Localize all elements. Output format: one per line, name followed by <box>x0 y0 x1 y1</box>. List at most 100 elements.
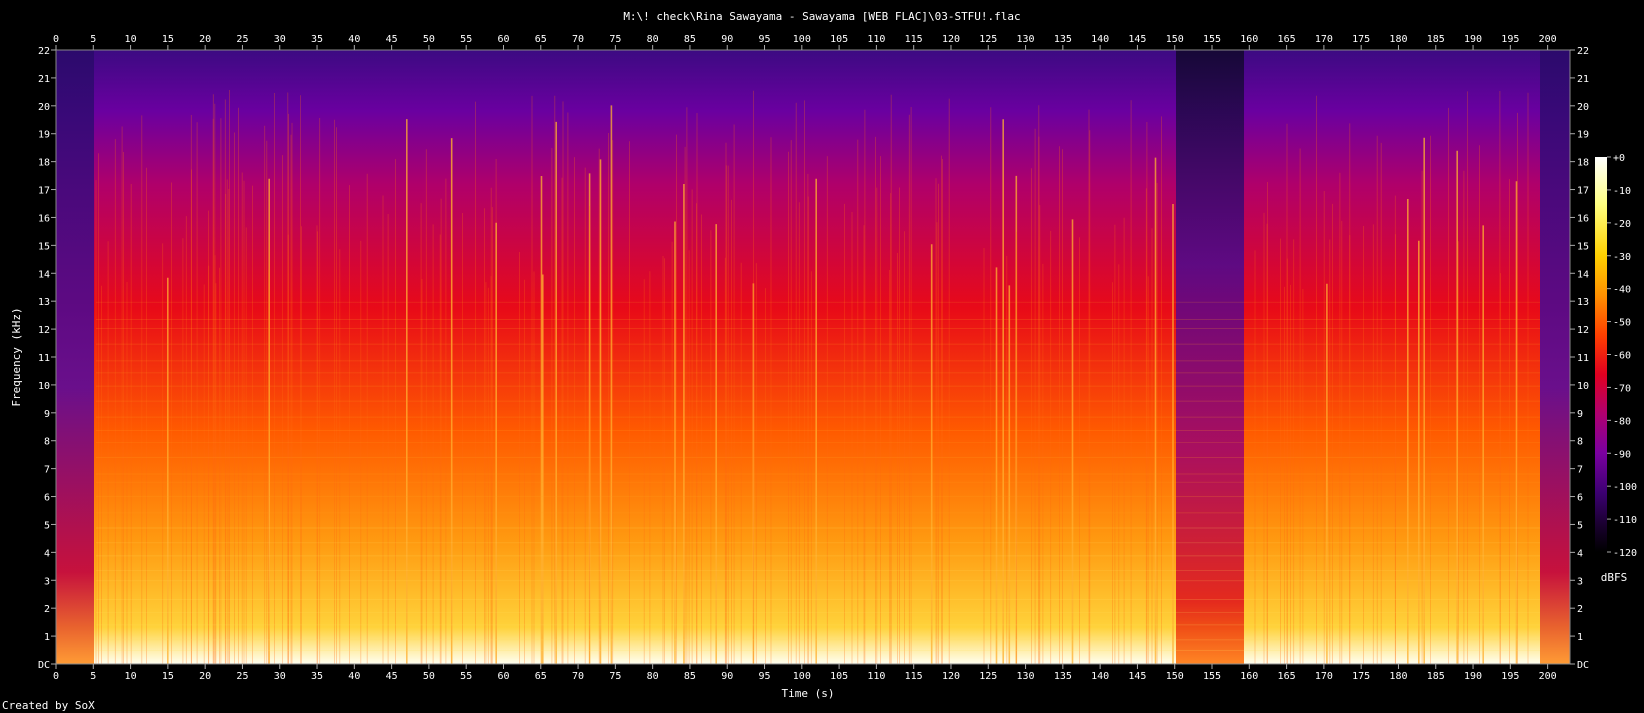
spectrogram-plot-area <box>55 49 1571 665</box>
colorbar-tick-label: -80 <box>1613 416 1631 427</box>
x-tick-label-top: 150 <box>1166 34 1184 45</box>
x-tick-label-top: 180 <box>1389 34 1407 45</box>
y-tick-label-left: 21 <box>38 74 50 85</box>
x-tick-label-bottom: 15 <box>162 671 174 682</box>
x-tick-label-top: 40 <box>348 34 360 45</box>
x-tick-label-top: 200 <box>1539 34 1557 45</box>
y-tick-label-left: 8 <box>44 437 50 448</box>
x-tick-label-bottom: 20 <box>199 671 211 682</box>
colorbar-tick-label: -100 <box>1613 482 1637 493</box>
x-tick-label-top: 175 <box>1352 34 1370 45</box>
y-tick-label-left: 12 <box>38 325 50 336</box>
y-tick-label-left: 7 <box>44 465 50 476</box>
y-tick-label-right: 4 <box>1577 548 1583 559</box>
colorbar-tick-label: -120 <box>1613 548 1637 559</box>
y-tick-label-right: 10 <box>1577 381 1589 392</box>
x-tick-label-bottom: 90 <box>721 671 733 682</box>
y-tick-label-left: 9 <box>44 409 50 420</box>
y-axis-right: DC12345678910111213141516171819202122 <box>1570 46 1589 671</box>
x-tick-label-bottom: 95 <box>758 671 770 682</box>
x-tick-label-top: 125 <box>979 34 997 45</box>
chart-title: M:\! check\Rina Sawayama - Sawayama [WEB… <box>623 10 1020 23</box>
y-tick-label-right: 16 <box>1577 213 1589 224</box>
x-tick-label-bottom: 80 <box>647 671 659 682</box>
y-tick-label-right: 19 <box>1577 130 1589 141</box>
x-tick-label-top: 30 <box>274 34 286 45</box>
footer-credit: Created by SoX <box>2 699 95 712</box>
x-tick-label-top: 90 <box>721 34 733 45</box>
colorbar-tick-label: -70 <box>1613 383 1631 394</box>
x-tick-label-top: 85 <box>684 34 696 45</box>
x-tick-label-bottom: 200 <box>1539 671 1557 682</box>
y-tick-label-right: 11 <box>1577 353 1589 364</box>
y-tick-label-left: 5 <box>44 520 50 531</box>
x-tick-label-top: 25 <box>236 34 248 45</box>
x-tick-label-top: 5 <box>90 34 96 45</box>
x-tick-label-bottom: 0 <box>53 671 59 682</box>
y-tick-label-right: 1 <box>1577 632 1583 643</box>
x-tick-label-bottom: 120 <box>942 671 960 682</box>
x-axis-bottom: 0 5 10 15 20 25 30 35 40 45 50 55 60 65 70 75 80 85 90 95 10… <box>53 664 1557 682</box>
x-tick-label-bottom: 185 <box>1427 671 1445 682</box>
x-tick-label-bottom: 10 <box>125 671 137 682</box>
x-tick-label-top: 65 <box>535 34 547 45</box>
x-tick-label-top: 20 <box>199 34 211 45</box>
y-tick-label-right: 3 <box>1577 576 1583 587</box>
y-tick-label-left: 1 <box>44 632 50 643</box>
colorbar: +0 -10 -20 -30 -40 -50 -60 -70 -80 -90 -100 -110 -12… <box>1595 153 1637 584</box>
y-tick-label-left: 22 <box>38 46 50 57</box>
y-tick-label-right: DC <box>1577 660 1589 671</box>
y-tick-label-right: 18 <box>1577 158 1589 169</box>
y-axis-label: Frequency (kHz) <box>10 307 23 406</box>
x-tick-label-top: 115 <box>905 34 923 45</box>
x-tick-label-top: 95 <box>758 34 770 45</box>
colorbar-tick-label: -110 <box>1613 515 1637 526</box>
colorbar-tick-label: -60 <box>1613 351 1631 362</box>
colorbar-tick-label: -50 <box>1613 318 1631 329</box>
y-tick-label-left: 2 <box>44 604 50 615</box>
y-tick-label-right: 5 <box>1577 520 1583 531</box>
x-tick-label-top: 80 <box>647 34 659 45</box>
y-tick-label-right: 17 <box>1577 186 1589 197</box>
x-tick-label-top: 120 <box>942 34 960 45</box>
x-axis-label: Time (s) <box>782 687 835 700</box>
y-tick-label-right: 6 <box>1577 493 1583 504</box>
y-tick-label-left: 15 <box>38 241 50 252</box>
x-tick-label-bottom: 100 <box>793 671 811 682</box>
spectrogram-intro-band <box>56 50 94 664</box>
x-tick-label-bottom: 145 <box>1128 671 1146 682</box>
x-tick-label-bottom: 40 <box>348 671 360 682</box>
y-tick-label-right: 8 <box>1577 437 1583 448</box>
y-tick-label-left: 20 <box>38 102 50 113</box>
y-tick-label-left: 18 <box>38 158 50 169</box>
x-tick-label-top: 50 <box>423 34 435 45</box>
x-tick-label-top: 45 <box>386 34 398 45</box>
colorbar-tick-label: -40 <box>1613 285 1631 296</box>
colorbar-tick-label: +0 <box>1613 153 1625 164</box>
x-tick-label-bottom: 115 <box>905 671 923 682</box>
x-tick-label-top: 55 <box>460 34 472 45</box>
colorbar-label: dBFS <box>1601 571 1628 584</box>
x-tick-label-top: 10 <box>125 34 137 45</box>
x-tick-label-bottom: 5 <box>90 671 96 682</box>
x-tick-label-bottom: 35 <box>311 671 323 682</box>
x-tick-label-bottom: 130 <box>1017 671 1035 682</box>
x-tick-label-bottom: 30 <box>274 671 286 682</box>
y-tick-label-right: 2 <box>1577 604 1583 615</box>
x-tick-label-top: 105 <box>830 34 848 45</box>
y-tick-label-right: 20 <box>1577 102 1589 113</box>
x-tick-label-top: 15 <box>162 34 174 45</box>
x-tick-label-top: 170 <box>1315 34 1333 45</box>
y-tick-label-right: 7 <box>1577 465 1583 476</box>
colorbar-tick-label: -20 <box>1613 219 1631 230</box>
y-tick-label-left: 16 <box>38 213 50 224</box>
y-tick-label-left: 14 <box>38 269 50 280</box>
x-tick-label-bottom: 155 <box>1203 671 1221 682</box>
y-tick-label-left: 6 <box>44 493 50 504</box>
y-tick-label-right: 9 <box>1577 409 1583 420</box>
x-tick-label-top: 190 <box>1464 34 1482 45</box>
x-tick-label-bottom: 190 <box>1464 671 1482 682</box>
y-tick-label-left: 3 <box>44 576 50 587</box>
y-tick-label-left: 19 <box>38 130 50 141</box>
y-tick-label-left: 11 <box>38 353 50 364</box>
